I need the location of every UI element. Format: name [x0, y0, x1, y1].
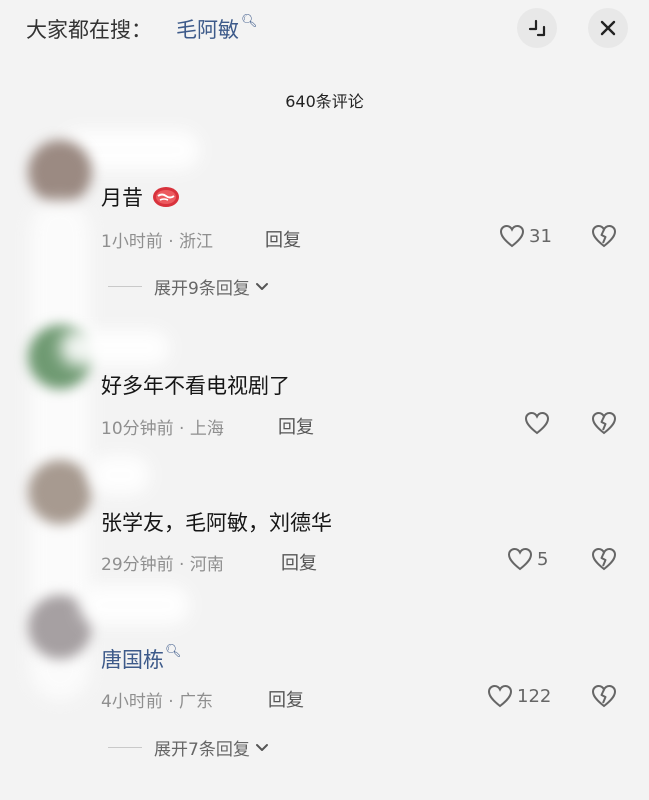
expand-replies-button[interactable]: 展开7条回复 [108, 735, 270, 760]
dislike-button[interactable] [591, 224, 617, 252]
like-count: 31 [529, 225, 552, 247]
expand-replies-button[interactable]: 展开9条回复 [108, 274, 270, 299]
broken-heart-icon [591, 684, 617, 708]
like-button[interactable] [524, 411, 554, 435]
dislike-button[interactable] [591, 547, 617, 575]
comment-text: 唐国栋 [101, 648, 164, 672]
expand-replies-label: 展开7条回复 [154, 740, 250, 760]
reply-button[interactable]: 回复 [265, 226, 301, 252]
heart-icon [507, 547, 533, 571]
comment-time-location: 10分钟前 · 上海 [101, 419, 224, 439]
dislike-button[interactable] [591, 684, 617, 712]
avatar[interactable] [28, 460, 92, 524]
like-button[interactable]: 31 [499, 224, 552, 248]
search-term-text: 毛阿敏 [176, 18, 239, 42]
comment-time-location: 29分钟前 · 河南 [101, 555, 224, 575]
divider-line [108, 747, 142, 748]
reply-button[interactable]: 回复 [281, 549, 317, 575]
broken-heart-icon [591, 224, 617, 248]
redaction-blur [90, 455, 150, 495]
expand-replies-label: 展开9条回复 [154, 279, 250, 299]
search-icon: 🔍︎ [241, 14, 258, 29]
reply-button[interactable]: 回复 [268, 686, 304, 712]
chevron-down-icon [255, 282, 268, 290]
heart-icon [499, 224, 525, 248]
search-prefix-label: 大家都在搜： [26, 18, 152, 42]
comment-text: 月昔 [101, 186, 143, 210]
broken-heart-icon [591, 411, 617, 435]
comment-time-location: 1小时前 · 浙江 [101, 232, 214, 252]
broken-heart-icon [591, 547, 617, 571]
like-count: 5 [537, 548, 549, 570]
comment-time-location: 4小时前 · 广东 [101, 692, 214, 712]
like-button[interactable]: 122 [487, 684, 551, 708]
heart-icon [524, 411, 550, 435]
dislike-button[interactable] [591, 411, 617, 439]
chevron-down-icon [255, 743, 268, 751]
collapse-button[interactable] [517, 8, 557, 48]
close-icon [600, 20, 616, 36]
reply-button[interactable]: 回复 [278, 413, 314, 439]
collapse-corner-icon [528, 19, 546, 37]
comment-text: 张学友，毛阿敏，刘德华 [101, 511, 332, 535]
search-suggestion-link[interactable]: 毛阿敏 🔍︎ [176, 14, 258, 44]
divider-line [108, 286, 142, 287]
search-icon: 🔍︎ [165, 644, 182, 659]
avatar[interactable] [28, 140, 92, 204]
search-header: 大家都在搜： 毛阿敏 🔍︎ [0, 0, 649, 60]
comment-text: 好多年不看电视剧了 [101, 374, 290, 398]
close-button[interactable] [588, 8, 628, 48]
redaction-blur [80, 585, 190, 625]
steak-emoji [152, 187, 179, 207]
comment-search-link[interactable]: 唐国栋🔍︎ [101, 644, 182, 674]
redaction-blur [60, 330, 170, 366]
like-button[interactable]: 5 [507, 547, 548, 571]
comment-count: 640条评论 [285, 92, 364, 111]
like-count: 122 [517, 685, 552, 707]
comment-author-name[interactable]: 月昔 [101, 182, 180, 212]
heart-icon [487, 684, 513, 708]
